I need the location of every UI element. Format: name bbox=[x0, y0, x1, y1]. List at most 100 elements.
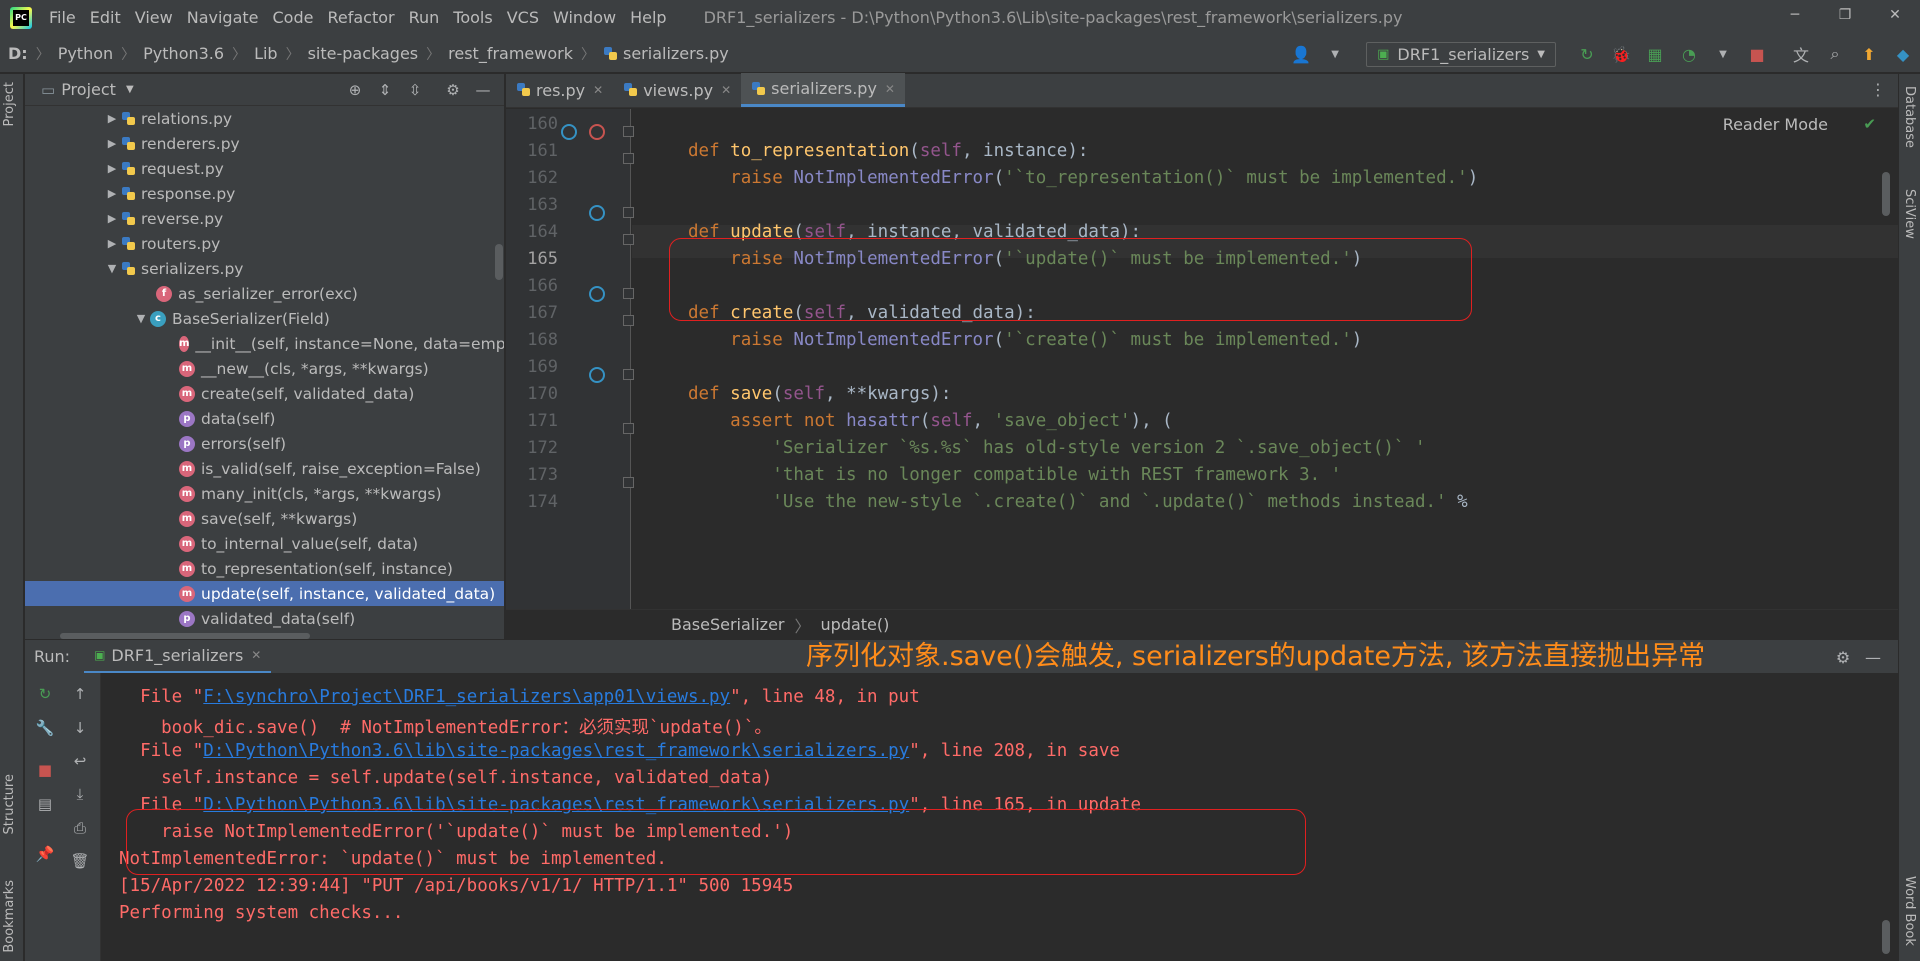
project-vertical-scrollbar[interactable] bbox=[495, 244, 503, 280]
fold-marker-icon[interactable] bbox=[623, 126, 634, 137]
more-vertical-icon[interactable]: ⋮ bbox=[1870, 80, 1886, 99]
override-marker-icon[interactable] bbox=[561, 124, 577, 140]
menu-run[interactable]: Run bbox=[402, 8, 447, 27]
expand-all-icon[interactable]: ⇕ bbox=[370, 81, 400, 99]
close-icon[interactable]: ✕ bbox=[885, 82, 895, 96]
tree-item-file[interactable]: ▶ request.py bbox=[25, 156, 504, 181]
tree-item-property[interactable]: p data(self) bbox=[25, 406, 504, 431]
chevron-right-icon[interactable]: ▶ bbox=[103, 112, 121, 125]
search-icon[interactable]: ⌕ bbox=[1824, 43, 1846, 65]
editor-scrollbar[interactable] bbox=[1882, 172, 1890, 216]
breadcrumb-lib[interactable]: Lib 〉 bbox=[246, 44, 300, 64]
tree-item-file[interactable]: ▶ renderers.py bbox=[25, 131, 504, 156]
arrow-down-icon[interactable]: ↓ bbox=[69, 717, 91, 739]
collapse-all-icon[interactable]: ⇳ bbox=[400, 81, 430, 99]
tree-item-file[interactable]: ▶ reverse.py bbox=[25, 206, 504, 231]
tab-views-py[interactable]: views.py ✕ bbox=[613, 73, 741, 107]
tree-item-method-selected[interactable]: m update(self, instance, validated_data) bbox=[25, 581, 504, 606]
tab-serializers-py[interactable]: serializers.py ✕ bbox=[741, 73, 905, 107]
gear-icon[interactable]: ⚙ bbox=[438, 81, 468, 99]
tab-res-py[interactable]: res.py ✕ bbox=[506, 73, 613, 107]
console-scrollbar[interactable] bbox=[1882, 920, 1890, 954]
pin-icon[interactable]: 📌 bbox=[34, 843, 56, 865]
tree-item-property[interactable]: p validated_data(self) bbox=[25, 606, 504, 631]
tree-item-function[interactable]: f as_serializer_error(exc) bbox=[25, 281, 504, 306]
menu-code[interactable]: Code bbox=[266, 8, 321, 27]
coverage-icon[interactable]: ▦ bbox=[1644, 43, 1666, 65]
maximize-button[interactable]: ❐ bbox=[1820, 0, 1870, 35]
chevron-down-icon[interactable]: ▼ bbox=[126, 84, 134, 95]
implemented-marker-icon[interactable] bbox=[589, 367, 605, 383]
tree-item-method[interactable]: m __init__(self, instance=None, data=empt bbox=[25, 331, 504, 356]
chevron-right-icon[interactable]: ▶ bbox=[103, 237, 121, 250]
fold-marker-icon[interactable] bbox=[623, 423, 634, 434]
breadcrumb-rest-framework[interactable]: rest_framework 〉 bbox=[440, 44, 595, 64]
implemented-marker-icon[interactable] bbox=[589, 124, 605, 140]
database-tool-tab[interactable]: Database bbox=[1902, 86, 1917, 148]
reader-mode-toggle[interactable]: Reader Mode bbox=[1723, 115, 1828, 134]
rerun-icon[interactable]: ↻ bbox=[1576, 43, 1598, 65]
file-link[interactable]: D:\Python\Python3.6\lib\site-packages\re… bbox=[203, 741, 909, 761]
stop-icon[interactable]: ■ bbox=[34, 759, 56, 781]
project-view-selector[interactable]: Project bbox=[61, 80, 116, 99]
menu-refactor[interactable]: Refactor bbox=[320, 8, 401, 27]
chevron-right-icon[interactable]: ▶ bbox=[103, 162, 121, 175]
menu-edit[interactable]: Edit bbox=[83, 8, 128, 27]
chevron-down-icon[interactable]: ▼ bbox=[1324, 43, 1346, 65]
sciview-tool-tab[interactable]: SciView bbox=[1902, 189, 1917, 239]
wordbook-tool-tab[interactable]: Word Book bbox=[1902, 876, 1917, 946]
fold-marker-icon[interactable] bbox=[623, 153, 634, 164]
trash-icon[interactable]: 🗑 bbox=[69, 850, 91, 872]
breadcrumb-python36[interactable]: Python3.6 〉 bbox=[135, 44, 246, 64]
more-run-options-icon[interactable]: ▼ bbox=[1712, 43, 1734, 65]
breadcrumb-drive[interactable]: D: 〉 bbox=[0, 44, 50, 64]
fold-marker-icon[interactable] bbox=[623, 369, 634, 380]
tree-item-method[interactable]: m to_internal_value(self, data) bbox=[25, 531, 504, 556]
stop-icon[interactable]: ■ bbox=[1746, 43, 1768, 65]
breadcrumb-class[interactable]: BaseSerializer bbox=[671, 615, 785, 634]
debug-icon[interactable]: 🐞 bbox=[1610, 43, 1632, 65]
close-icon[interactable]: ✕ bbox=[251, 648, 261, 662]
hide-icon[interactable]: — bbox=[468, 81, 498, 99]
tree-item-file[interactable]: ▶ response.py bbox=[25, 181, 504, 206]
menu-help[interactable]: Help bbox=[623, 8, 673, 27]
arrow-up-icon[interactable]: ↑ bbox=[69, 683, 91, 705]
file-link[interactable]: F:\synchro\Project\DRF1_serializers\app0… bbox=[203, 687, 730, 707]
plugin-icon[interactable]: ◆ bbox=[1892, 43, 1914, 65]
fold-marker-icon[interactable] bbox=[623, 234, 634, 245]
chevron-right-icon[interactable]: ▶ bbox=[103, 187, 121, 200]
close-icon[interactable]: ✕ bbox=[721, 83, 731, 97]
chevron-right-icon[interactable]: ▶ bbox=[103, 212, 121, 225]
close-button[interactable]: ✕ bbox=[1870, 0, 1920, 35]
menu-vcs[interactable]: VCS bbox=[500, 8, 546, 27]
rerun-icon[interactable]: ↻ bbox=[34, 683, 56, 705]
structure-tool-tab[interactable]: Structure bbox=[2, 774, 17, 834]
breadcrumb-file[interactable]: serializers.py bbox=[595, 44, 729, 63]
tree-item-class[interactable]: ▼ c BaseSerializer(Field) bbox=[25, 306, 504, 331]
tree-item-file[interactable]: ▶ relations.py bbox=[25, 106, 504, 131]
breadcrumb-site-packages[interactable]: site-packages 〉 bbox=[300, 44, 441, 64]
tree-item-method[interactable]: m to_representation(self, instance) bbox=[25, 556, 504, 581]
tree-item-method[interactable]: m __new__(cls, *args, **kwargs) bbox=[25, 356, 504, 381]
menu-tools[interactable]: Tools bbox=[446, 8, 499, 27]
fold-marker-icon[interactable] bbox=[623, 207, 634, 218]
menu-window[interactable]: Window bbox=[546, 8, 623, 27]
chevron-down-icon[interactable]: ▼ bbox=[132, 312, 150, 325]
menu-file[interactable]: File bbox=[42, 8, 83, 27]
code-editor[interactable]: 160 161 162 163 164 165 166 167 168 169 … bbox=[506, 109, 1898, 609]
close-icon[interactable]: ✕ bbox=[593, 83, 603, 97]
tree-item-file[interactable]: ▶ routers.py bbox=[25, 231, 504, 256]
locate-icon[interactable]: ⊕ bbox=[340, 81, 370, 99]
hide-icon[interactable]: — bbox=[1858, 648, 1888, 667]
project-tool-tab[interactable]: Project bbox=[2, 82, 17, 126]
wrench-icon[interactable]: 🔧 bbox=[34, 717, 56, 739]
user-icon[interactable]: 👤 bbox=[1290, 43, 1312, 65]
check-icon[interactable]: ✔ bbox=[1863, 115, 1876, 133]
chevron-down-icon[interactable]: ▼ bbox=[103, 262, 121, 275]
update-icon[interactable]: ⬆ bbox=[1858, 43, 1880, 65]
print-icon[interactable]: ⎙ bbox=[69, 817, 91, 839]
breadcrumb-python[interactable]: Python 〉 bbox=[50, 44, 135, 64]
implemented-marker-icon[interactable] bbox=[589, 205, 605, 221]
run-configuration-selector[interactable]: ▣ DRF1_serializers ▼ bbox=[1366, 41, 1556, 67]
menu-view[interactable]: View bbox=[128, 8, 180, 27]
